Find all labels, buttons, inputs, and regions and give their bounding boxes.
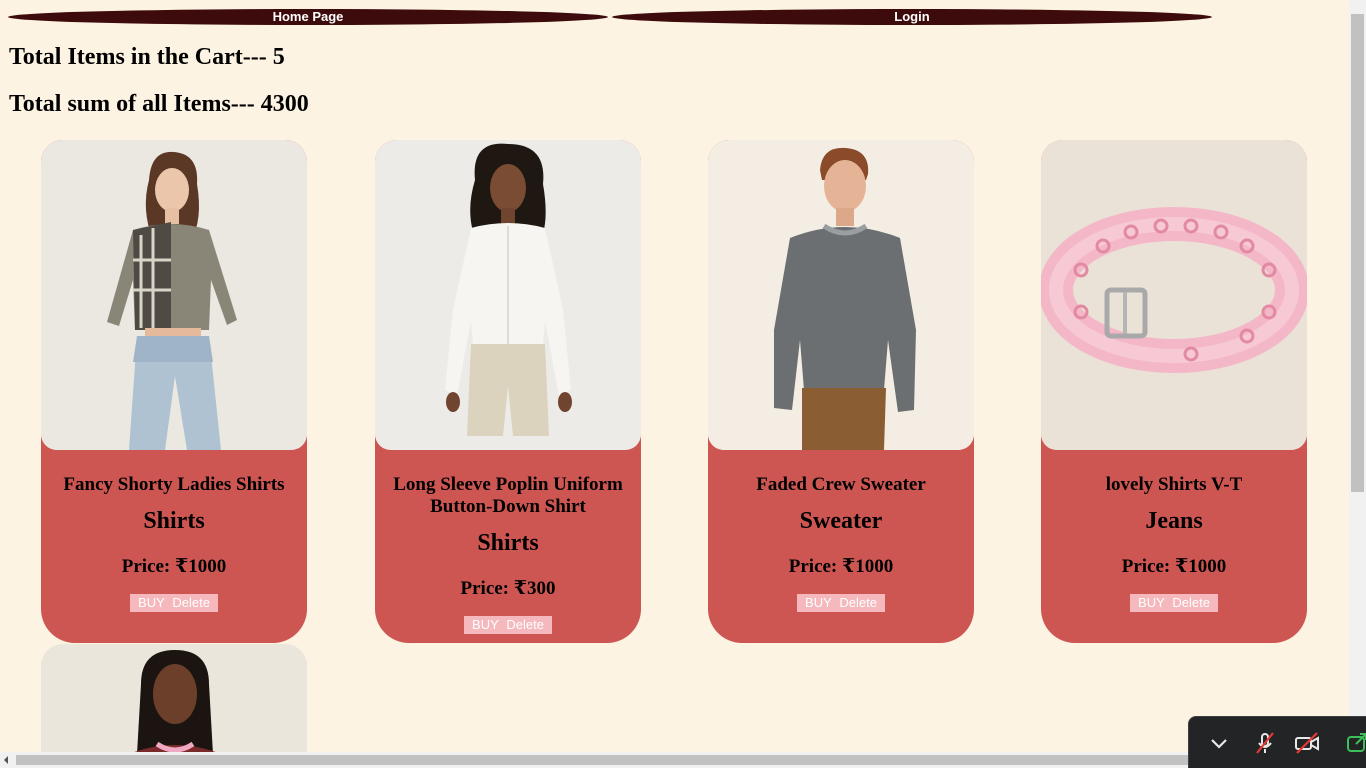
product-details: Long Sleeve Poplin Uniform Button-Down S…	[375, 450, 641, 634]
delete-button[interactable]: Delete	[504, 617, 546, 632]
product-actions: BUY Delete	[464, 616, 552, 634]
product-image	[375, 140, 641, 450]
product-details: Fancy Shorty Ladies Shirts Shirts Price:…	[41, 450, 307, 612]
product-price: Price: ₹1000	[788, 556, 894, 577]
product-details: Faded Crew Sweater Sweater Price: ₹1000 …	[708, 450, 974, 612]
product-image	[1041, 140, 1307, 450]
product-title: Faded Crew Sweater	[756, 474, 926, 495]
share-screen-icon[interactable]	[1343, 729, 1366, 757]
product-card: Long Sleeve Poplin Uniform Button-Down S…	[375, 140, 641, 643]
product-image	[41, 644, 307, 768]
cart-items-count: Total Items in the Cart--- 5	[9, 44, 285, 70]
product-title: lovely Shirts V-T	[1105, 474, 1243, 495]
product-category: Shirts	[477, 530, 539, 556]
product-category: Shirts	[143, 508, 205, 534]
product-card-partial	[41, 644, 307, 768]
camera-off-icon[interactable]	[1293, 729, 1321, 757]
buy-button[interactable]: BUY	[470, 617, 501, 632]
delete-button[interactable]: Delete	[170, 595, 212, 610]
product-title: Fancy Shorty Ladies Shirts	[63, 474, 285, 495]
vertical-scroll-thumb[interactable]	[1351, 14, 1364, 492]
product-category: Sweater	[799, 508, 883, 534]
buy-button[interactable]: BUY	[1136, 595, 1167, 610]
product-actions: BUY Delete	[130, 594, 218, 612]
call-toolbar	[1188, 716, 1366, 768]
chevron-down-icon[interactable]	[1205, 729, 1233, 757]
cart-page: Home Page Login Total Items in the Cart-…	[0, 0, 1366, 768]
product-image	[41, 140, 307, 450]
buy-button[interactable]: BUY	[136, 595, 167, 610]
horizontal-scroll-thumb[interactable]	[16, 755, 1326, 765]
product-price: Price: ₹300	[460, 578, 556, 599]
mic-muted-icon[interactable]	[1251, 729, 1279, 757]
product-price: Price: ₹1000	[1121, 556, 1227, 577]
product-image	[708, 140, 974, 450]
home-page-link[interactable]: Home Page	[8, 9, 608, 25]
product-details: lovely Shirts V-T Jeans Price: ₹1000 BUY…	[1041, 450, 1307, 612]
product-card: Fancy Shorty Ladies Shirts Shirts Price:…	[41, 140, 307, 643]
product-category: Jeans	[1145, 508, 1203, 534]
product-actions: BUY Delete	[797, 594, 885, 612]
cart-total-sum: Total sum of all Items--- 4300	[9, 91, 309, 117]
delete-button[interactable]: Delete	[837, 595, 879, 610]
product-card: lovely Shirts V-T Jeans Price: ₹1000 BUY…	[1041, 140, 1307, 643]
product-actions: BUY Delete	[1130, 594, 1218, 612]
vertical-scrollbar[interactable]	[1349, 0, 1366, 752]
scroll-left-icon[interactable]	[4, 756, 8, 764]
product-card: Faded Crew Sweater Sweater Price: ₹1000 …	[708, 140, 974, 643]
buy-button[interactable]: BUY	[803, 595, 834, 610]
product-title: Long Sleeve Poplin Uniform Button-Down S…	[393, 474, 623, 517]
product-price: Price: ₹1000	[121, 556, 227, 577]
horizontal-scrollbar[interactable]	[0, 752, 1366, 768]
login-link[interactable]: Login	[612, 9, 1212, 25]
delete-button[interactable]: Delete	[1170, 595, 1212, 610]
